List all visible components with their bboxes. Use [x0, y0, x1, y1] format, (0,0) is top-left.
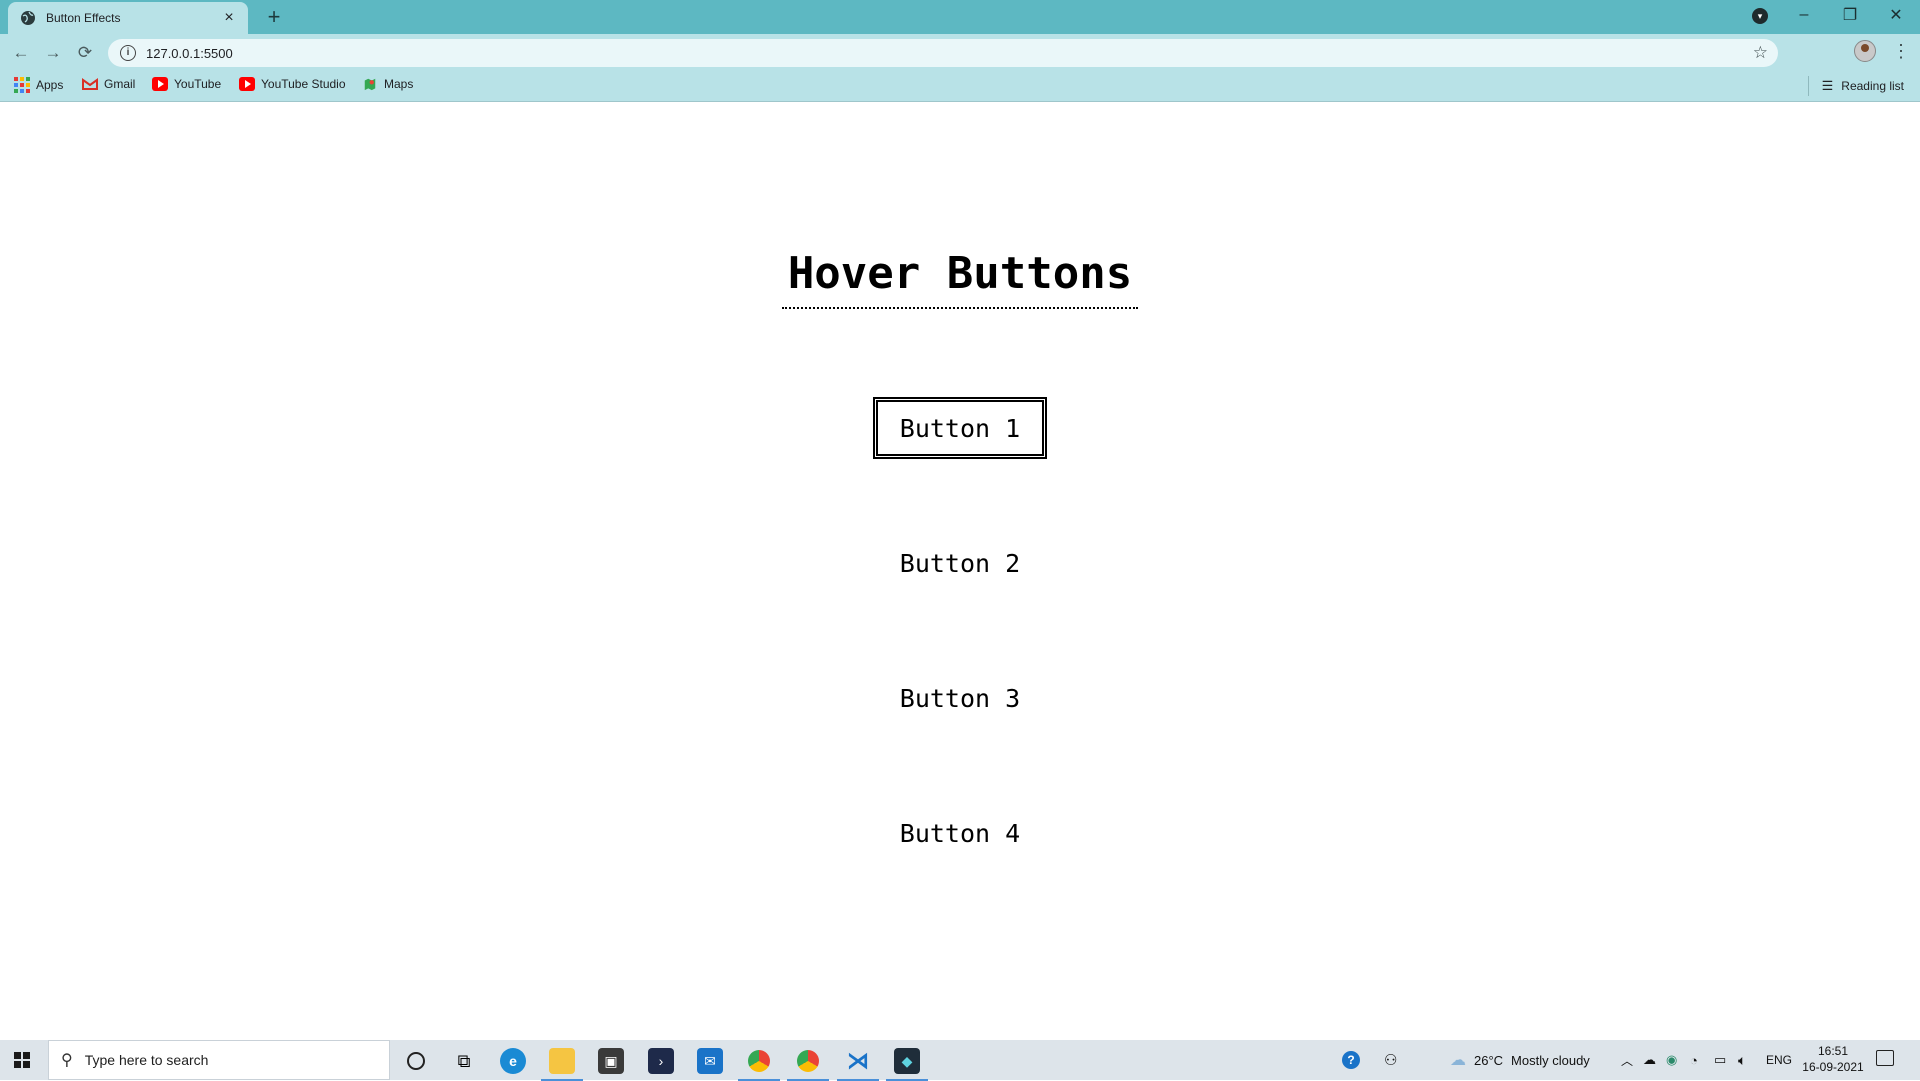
bookmarks-divider [1808, 76, 1809, 96]
reload-icon[interactable]: ⟳ [74, 42, 96, 64]
search-icon: ⚲ [61, 1052, 73, 1069]
help-icon[interactable]: ? [1342, 1040, 1360, 1080]
reading-list-button[interactable]: ☰ Reading list [1822, 78, 1904, 94]
gmail-icon [82, 78, 98, 90]
vscode-icon[interactable]: ⋊ [837, 1048, 879, 1081]
button-1[interactable]: Button 1 [873, 397, 1047, 459]
task-view-icon[interactable]: ⧉ [451, 1048, 477, 1074]
bookmark-label: YouTube Studio [261, 77, 346, 91]
tab-search-icon[interactable]: ▾ [1752, 8, 1768, 24]
bookmark-label: YouTube [174, 77, 222, 91]
site-info-icon[interactable]: i [120, 45, 136, 61]
page-title: Hover Buttons [0, 248, 1920, 309]
profile-avatar[interactable] [1854, 40, 1876, 62]
wifi-icon[interactable]: ◔ [1690, 1040, 1698, 1080]
bookmark-label: Apps [36, 78, 64, 92]
bookmark-apps[interactable]: Apps [14, 77, 63, 93]
bookmark-youtube[interactable]: YouTube [152, 77, 221, 91]
terminal-icon[interactable]: ◆ [886, 1048, 928, 1081]
button-3[interactable]: Button 3 [873, 667, 1047, 729]
weather-cloud-icon: ☁ [1450, 1052, 1466, 1069]
browser-tab-strip: Button Effects × + ▾ – ❐ ✕ [0, 0, 1920, 34]
weather-widget[interactable]: ☁ 26°C Mostly cloudy [1450, 1040, 1590, 1080]
taskbar-search-box[interactable]: ⚲ Type here to search [48, 1040, 390, 1080]
forward-arrow-icon[interactable]: → [42, 42, 64, 64]
people-icon[interactable]: ⚇ [1384, 1040, 1397, 1080]
language-indicator[interactable]: ENG [1766, 1040, 1792, 1080]
show-hidden-icons-chevron-icon[interactable]: ︿ [1621, 1040, 1633, 1080]
youtube-studio-icon [239, 77, 255, 91]
weather-description: Mostly cloudy [1511, 1052, 1590, 1068]
mail-icon[interactable]: ✉ [697, 1048, 723, 1074]
button-2[interactable]: Button 2 [873, 532, 1047, 594]
browser-toolbar: ← → ⟳ i 127.0.0.1:5500 ☆ [0, 34, 1920, 70]
maps-icon [364, 78, 376, 91]
youtube-icon [152, 77, 168, 91]
powershell-icon[interactable]: › [648, 1048, 674, 1074]
url-text: 127.0.0.1:5500 [146, 45, 233, 61]
page-viewport: Hover Buttons Button 1 Button 2 Button 3… [0, 102, 1920, 1040]
network-app-icon[interactable]: ◉ [1666, 1040, 1677, 1080]
browser-tab[interactable]: Button Effects × [8, 2, 248, 34]
windows-taskbar: ⚲ Type here to search ⧉ e ▣ › ✉ ⋊ ◆ ? ⚇ … [0, 1040, 1920, 1081]
clock-date: 16-09-2021 [1802, 1060, 1864, 1074]
address-bar[interactable]: i 127.0.0.1:5500 ☆ [108, 39, 1778, 67]
new-tab-button[interactable]: + [262, 6, 286, 28]
file-explorer-icon[interactable] [541, 1048, 583, 1081]
chrome-profile-icon[interactable] [787, 1048, 829, 1081]
edge-browser-icon[interactable]: e [500, 1048, 526, 1074]
bookmark-maps[interactable]: Maps [362, 77, 413, 91]
globe-icon [21, 11, 35, 25]
bookmark-youtube-studio[interactable]: YouTube Studio [239, 77, 346, 91]
taskbar-clock[interactable]: 16:51 16-09-2021 [1800, 1043, 1866, 1075]
bookmarks-bar: Apps Gmail YouTube YouTube Studio Maps ☰… [0, 70, 1920, 102]
tab-close-icon[interactable]: × [220, 9, 238, 27]
windows-start-icon[interactable] [14, 1052, 30, 1068]
bookmark-star-icon[interactable]: ☆ [1753, 43, 1768, 63]
cortana-icon[interactable] [403, 1048, 429, 1074]
minimize-button[interactable]: – [1781, 0, 1827, 30]
apps-grid-icon [14, 77, 30, 93]
reading-list-label: Reading list [1841, 79, 1904, 93]
reading-list-icon: ☰ [1821, 78, 1834, 93]
back-arrow-icon[interactable]: ← [10, 42, 32, 64]
bookmark-label: Maps [384, 77, 414, 91]
search-placeholder: Type here to search [84, 1052, 209, 1068]
weather-temperature: 26°C [1474, 1052, 1504, 1068]
close-window-button[interactable]: ✕ [1873, 0, 1919, 30]
battery-icon[interactable]: ▭ [1714, 1040, 1726, 1080]
onedrive-icon[interactable]: ☁ [1643, 1040, 1656, 1080]
store-icon[interactable]: ▣ [598, 1048, 624, 1074]
bookmark-label: Gmail [104, 77, 136, 91]
button-4[interactable]: Button 4 [873, 802, 1047, 864]
volume-icon[interactable]: 🔈︎ [1738, 1040, 1746, 1080]
browser-menu-icon[interactable]: ⋮ [1892, 42, 1910, 60]
bookmark-gmail[interactable]: Gmail [82, 77, 135, 91]
notification-center-icon[interactable] [1876, 1050, 1894, 1066]
clock-time: 16:51 [1817, 1044, 1849, 1058]
page-title-text: Hover Buttons [781, 248, 1139, 309]
tab-title: Button Effects [46, 11, 121, 25]
chrome-icon[interactable] [738, 1048, 780, 1081]
restore-button[interactable]: ❐ [1827, 0, 1873, 30]
